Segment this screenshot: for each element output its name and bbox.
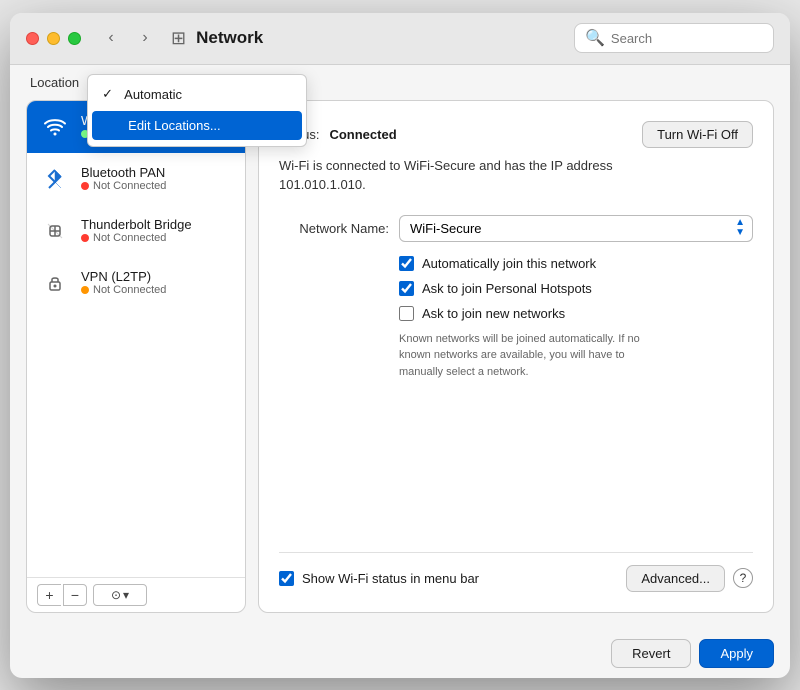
back-button[interactable]: ‹	[97, 24, 125, 52]
vpn-status: Not Connected	[81, 284, 166, 296]
nav-buttons: ‹ ›	[97, 24, 159, 52]
location-option-edit[interactable]: Edit Locations...	[92, 111, 302, 140]
location-label: Location	[30, 75, 79, 90]
traffic-lights	[26, 32, 81, 45]
window-title: Network	[196, 28, 263, 48]
network-select-wrapper: WiFi-Secure Other Network... ▲ ▼	[399, 215, 753, 242]
sidebar: Wi-Fi Connected	[26, 100, 246, 613]
panel-bottom: Show Wi-Fi status in menu bar Advanced..…	[279, 552, 753, 592]
sidebar-item-bluetooth[interactable]: Bluetooth PAN Not Connected	[27, 153, 245, 205]
footer: Revert Apply	[10, 629, 790, 678]
show-wifi-label: Show Wi-Fi status in menu bar	[302, 571, 479, 586]
turn-wifi-off-button[interactable]: Turn Wi-Fi Off	[642, 121, 753, 148]
vpn-name: VPN (L2TP)	[81, 269, 166, 284]
new-networks-label: Ask to join new networks	[422, 306, 565, 321]
search-bar[interactable]: 🔍	[574, 23, 774, 53]
right-panel: Status: Connected Turn Wi-Fi Off Wi-Fi i…	[258, 100, 774, 613]
bluetooth-icon	[39, 163, 71, 195]
sidebar-list: Wi-Fi Connected	[27, 101, 245, 577]
location-dropdown: ✓ Automatic Edit Locations...	[87, 74, 307, 147]
search-icon: 🔍	[585, 28, 605, 48]
forward-button[interactable]: ›	[131, 24, 159, 52]
thunderbolt-sidebar-text: Thunderbolt Bridge Not Connected	[81, 217, 192, 244]
grid-icon[interactable]: ⊞	[171, 28, 186, 49]
status-value: Connected	[329, 127, 396, 142]
maximize-button[interactable]	[68, 32, 81, 45]
network-name-row: Network Name: WiFi-Secure Other Network.…	[279, 215, 753, 242]
vpn-sidebar-text: VPN (L2TP) Not Connected	[81, 269, 166, 296]
info-text: Known networks will be joined automatica…	[279, 331, 659, 381]
remove-network-button[interactable]: −	[63, 584, 87, 606]
status-description: Wi-Fi is connected to WiFi-Secure and ha…	[279, 156, 619, 195]
advanced-button[interactable]: Advanced...	[626, 565, 725, 592]
thunderbolt-icon	[39, 215, 71, 247]
sidebar-item-thunderbolt[interactable]: Thunderbolt Bridge Not Connected	[27, 205, 245, 257]
auto-join-row: Automatically join this network	[279, 256, 753, 271]
hotspot-checkbox[interactable]	[399, 281, 414, 296]
location-automatic-label: Automatic	[124, 87, 182, 102]
wifi-icon	[39, 111, 71, 143]
show-wifi-checkbox[interactable]	[279, 571, 294, 586]
vpn-icon	[39, 267, 71, 299]
action-button[interactable]: ⊙ ▾	[93, 584, 147, 606]
hotspot-label: Ask to join Personal Hotspots	[422, 281, 592, 296]
hotspot-row: Ask to join Personal Hotspots	[279, 281, 753, 296]
bluetooth-status-text: Not Connected	[93, 180, 166, 192]
chevron-down-icon: ▾	[123, 588, 129, 602]
network-preferences-window: ‹ › ⊞ Network 🔍 Location ✓ Automatic	[10, 13, 790, 678]
thunderbolt-status: Not Connected	[81, 232, 192, 244]
sidebar-item-vpn[interactable]: VPN (L2TP) Not Connected	[27, 257, 245, 309]
location-bar: Location ✓ Automatic Edit Locations...	[10, 65, 790, 100]
thunderbolt-status-dot	[81, 234, 89, 242]
auto-join-label: Automatically join this network	[422, 256, 596, 271]
bluetooth-status-dot	[81, 182, 89, 190]
minimize-button[interactable]	[47, 32, 60, 45]
checkmark-icon: ✓	[102, 86, 116, 102]
gear-icon: ⊙	[111, 588, 121, 602]
new-networks-checkbox[interactable]	[399, 306, 414, 321]
sidebar-controls: + − ⊙ ▾	[27, 577, 245, 612]
bluetooth-name: Bluetooth PAN	[81, 165, 166, 180]
apply-button[interactable]: Apply	[699, 639, 774, 668]
status-row: Status: Connected Turn Wi-Fi Off	[279, 121, 753, 148]
revert-button[interactable]: Revert	[611, 639, 691, 668]
close-button[interactable]	[26, 32, 39, 45]
auto-join-checkbox[interactable]	[399, 256, 414, 271]
show-wifi-row: Show Wi-Fi status in menu bar	[279, 571, 479, 586]
bluetooth-sidebar-text: Bluetooth PAN Not Connected	[81, 165, 166, 192]
new-networks-row: Ask to join new networks	[279, 306, 753, 321]
search-input[interactable]	[611, 31, 763, 46]
bluetooth-status: Not Connected	[81, 180, 166, 192]
titlebar: ‹ › ⊞ Network 🔍	[10, 13, 790, 65]
main-body: Wi-Fi Connected	[10, 100, 790, 629]
help-button[interactable]: ?	[733, 568, 753, 588]
vpn-status-dot	[81, 286, 89, 294]
content-area: Location ✓ Automatic Edit Locations...	[10, 65, 790, 629]
vpn-status-text: Not Connected	[93, 284, 166, 296]
add-network-button[interactable]: +	[37, 584, 61, 606]
thunderbolt-name: Thunderbolt Bridge	[81, 217, 192, 232]
network-name-label: Network Name:	[279, 221, 389, 236]
location-edit-label: Edit Locations...	[128, 118, 221, 133]
thunderbolt-status-text: Not Connected	[93, 232, 166, 244]
location-option-automatic[interactable]: ✓ Automatic	[88, 79, 306, 109]
network-name-select[interactable]: WiFi-Secure Other Network...	[399, 215, 753, 242]
